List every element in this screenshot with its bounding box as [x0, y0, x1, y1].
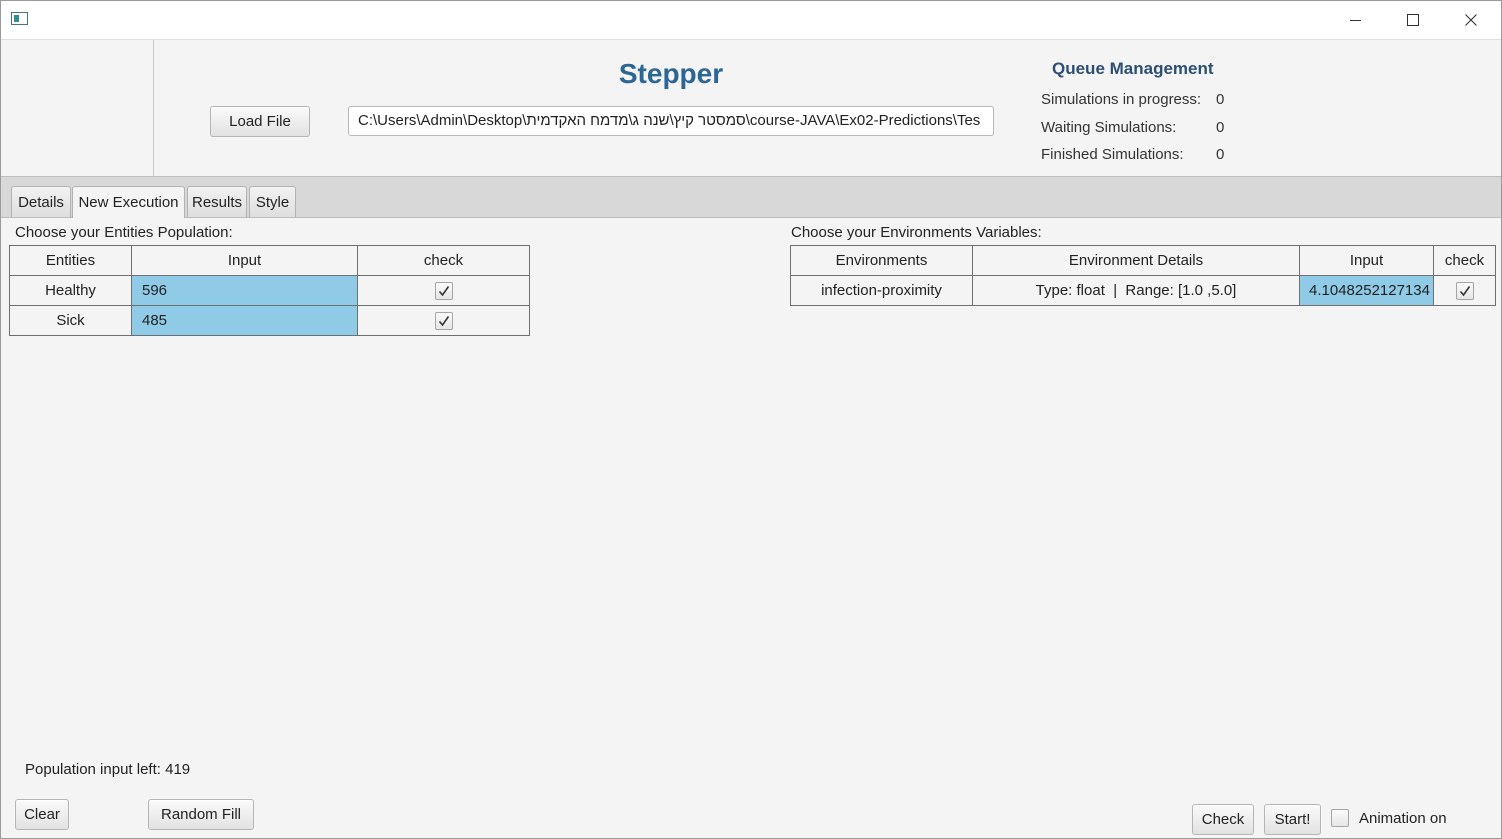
column-header-entities[interactable]: Entities [9, 245, 132, 276]
environment-check-cell [1433, 275, 1496, 306]
maximize-button[interactable] [1384, 1, 1442, 39]
environments-table: Environments Environment Details Input c… [790, 245, 1496, 306]
column-header-environment-details[interactable]: Environment Details [972, 245, 1300, 276]
minimize-icon [1349, 19, 1361, 21]
animation-label: Animation on [1359, 810, 1447, 827]
environment-input[interactable]: 4.1048252127134 [1299, 275, 1434, 306]
entity-checkbox-healthy[interactable] [434, 281, 453, 300]
environment-name: infection-proximity [790, 275, 973, 306]
tab-new-execution[interactable]: New Execution [72, 186, 185, 218]
column-header-check[interactable]: check [357, 245, 530, 276]
entity-name-healthy: Healthy [9, 275, 132, 306]
environments-section-label: Choose your Environments Variables: [791, 224, 1042, 241]
start-button[interactable]: Start! [1264, 804, 1321, 835]
entity-check-cell [357, 275, 530, 306]
environment-details: Type: float | Range: [1.0 ,5.0] [972, 275, 1300, 306]
random-fill-button[interactable]: Random Fill [148, 799, 254, 830]
environments-table-header: Environments Environment Details Input c… [790, 245, 1496, 276]
table-row[interactable]: Healthy 596 [9, 275, 530, 306]
entity-input-healthy[interactable]: 596 [131, 275, 358, 306]
entities-table-header: Entities Input check [9, 245, 530, 276]
tab-bar: Details New Execution Results Style [1, 176, 1501, 218]
check-button[interactable]: Check [1192, 804, 1254, 835]
finished-value: 0 [1216, 146, 1225, 163]
check-icon [438, 315, 449, 326]
check-icon [438, 285, 449, 296]
in-progress-value: 0 [1216, 91, 1225, 108]
load-file-button[interactable]: Load File [210, 106, 310, 137]
entity-name-sick: Sick [9, 305, 132, 336]
app-window-icon [11, 12, 28, 25]
tab-results[interactable]: Results [187, 186, 247, 217]
column-header-check[interactable]: check [1433, 245, 1496, 276]
in-progress-label: Simulations in progress: [1041, 91, 1202, 108]
table-row[interactable]: infection-proximity Type: float | Range:… [790, 275, 1496, 306]
entity-check-cell [357, 305, 530, 336]
header-right-area [1297, 40, 1501, 176]
file-path-field[interactable]: C:\Users\Admin\Desktop\סמסטר קיץ\שנה ג\מ… [348, 106, 994, 136]
queue-management-title: Queue Management [1052, 59, 1214, 78]
maximize-icon [1407, 14, 1419, 26]
app-window: Stepper Load File C:\Users\Admin\Desktop… [0, 0, 1502, 839]
table-row[interactable]: Sick 485 [9, 305, 530, 336]
check-icon [1459, 285, 1470, 296]
tab-style[interactable]: Style [249, 186, 296, 217]
tab-details[interactable]: Details [11, 186, 71, 217]
close-icon [1465, 14, 1477, 26]
entities-table: Entities Input check Healthy 596 Sick 48… [9, 245, 530, 336]
waiting-label: Waiting Simulations: [1041, 119, 1177, 136]
minimize-button[interactable] [1326, 1, 1384, 39]
finished-label: Finished Simulations: [1041, 146, 1184, 163]
clear-button[interactable]: Clear [15, 799, 69, 830]
entity-input-sick[interactable]: 485 [131, 305, 358, 336]
environment-checkbox[interactable] [1455, 281, 1474, 300]
entity-checkbox-sick[interactable] [434, 311, 453, 330]
waiting-value: 0 [1216, 119, 1225, 136]
header-left-area [1, 40, 153, 176]
population-input-left: Population input left: 419 [25, 761, 191, 778]
entities-section-label: Choose your Entities Population: [15, 224, 233, 241]
column-header-input[interactable]: Input [131, 245, 358, 276]
column-header-input[interactable]: Input [1299, 245, 1434, 276]
column-header-environments[interactable]: Environments [790, 245, 973, 276]
animation-checkbox[interactable] [1331, 809, 1349, 827]
page-title: Stepper [618, 58, 724, 89]
close-button[interactable] [1442, 1, 1500, 39]
title-bar [1, 1, 1501, 40]
